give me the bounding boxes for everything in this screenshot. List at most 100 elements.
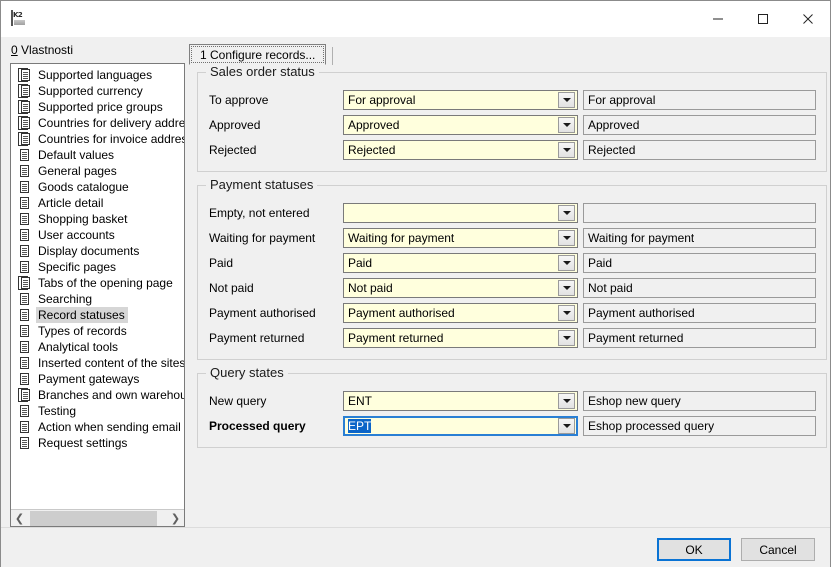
document-icon <box>17 260 31 274</box>
document-icon <box>17 148 31 162</box>
tab-configure-records[interactable]: 1 Configure records... <box>189 44 326 65</box>
tree-item[interactable]: Supported price groups <box>11 99 184 115</box>
tree-item[interactable]: User accounts <box>11 227 184 243</box>
tree-item-label: Supported languages <box>36 67 155 83</box>
scrollbar-thumb[interactable] <box>30 511 157 526</box>
chevron-right-icon[interactable]: ❯ <box>167 510 184 527</box>
document-icon <box>17 420 31 434</box>
chevron-down-icon[interactable] <box>558 330 575 346</box>
status-description-field: Waiting for payment <box>583 228 816 248</box>
tree-item[interactable]: Inserted content of the sites <box>11 355 184 371</box>
setting-row-label: To approve <box>208 93 343 107</box>
setting-row-label: Payment authorised <box>208 306 343 320</box>
chevron-down-icon[interactable] <box>558 92 575 108</box>
status-description-field: Payment authorised <box>583 303 816 323</box>
tree-item[interactable]: Payment gateways <box>11 371 184 387</box>
tree-item[interactable]: Action when sending email <box>11 419 184 435</box>
setting-row: Waiting for paymentWaiting for paymentWa… <box>208 225 816 250</box>
dialog-window: K2 0 Vlastnosti Supported languagesSuppo… <box>0 0 831 567</box>
tree-item-label: Record statuses <box>36 307 128 323</box>
tree-item-label: Article detail <box>36 195 106 211</box>
setting-row-label: New query <box>208 394 343 408</box>
chevron-down-icon[interactable] <box>558 205 575 221</box>
tree-item-label: General pages <box>36 163 120 179</box>
horizontal-scrollbar[interactable]: ❮ ❯ <box>11 509 184 526</box>
tree-item-label: Countries for invoice addresses <box>36 131 184 147</box>
status-description-field: Rejected <box>583 140 816 160</box>
tree-item-label: Shopping basket <box>36 211 130 227</box>
tree-item-label: Specific pages <box>36 259 119 275</box>
tree-item[interactable]: Display documents <box>11 243 184 259</box>
tree-item[interactable]: Default values <box>11 147 184 163</box>
tree-item[interactable]: Types of records <box>11 323 184 339</box>
status-description-value: Paid <box>584 256 612 270</box>
status-description-value: Approved <box>584 118 639 132</box>
tree-item[interactable]: Supported languages <box>11 67 184 83</box>
status-combobox[interactable]: EPT <box>343 416 578 436</box>
document-icon <box>17 196 31 210</box>
documents-icon <box>17 388 31 402</box>
chevron-down-icon[interactable] <box>558 305 575 321</box>
status-description-value: Payment authorised <box>584 306 695 320</box>
properties-tree-list[interactable]: Supported languagesSupported currencySup… <box>11 64 184 509</box>
status-combobox[interactable]: Paid <box>343 253 578 273</box>
ok-button[interactable]: OK <box>657 538 731 561</box>
tree-item[interactable]: Goods catalogue <box>11 179 184 195</box>
tree-item-label: Branches and own warehouses <box>36 387 184 403</box>
maximize-icon[interactable] <box>740 1 785 37</box>
tree-item[interactable]: Article detail <box>11 195 184 211</box>
status-combobox[interactable]: ENT <box>343 391 578 411</box>
chevron-down-icon[interactable] <box>558 418 575 434</box>
setting-row: Empty, not entered <box>208 200 816 225</box>
tree-item-label: Goods catalogue <box>36 179 132 195</box>
tree-item[interactable]: Branches and own warehouses <box>11 387 184 403</box>
status-combobox[interactable]: Waiting for payment <box>343 228 578 248</box>
tree-item[interactable]: Testing <box>11 403 184 419</box>
scrollbar-track[interactable] <box>28 510 167 527</box>
setting-row: PaidPaidPaid <box>208 250 816 275</box>
group-box-title: Sales order status <box>206 64 319 79</box>
chevron-down-icon[interactable] <box>558 255 575 271</box>
document-icon <box>17 292 31 306</box>
status-combobox[interactable] <box>343 203 578 223</box>
chevron-left-icon[interactable]: ❮ <box>11 510 28 527</box>
tree-item[interactable]: Record statuses <box>11 307 184 323</box>
status-combobox[interactable]: Payment authorised <box>343 303 578 323</box>
tree-item[interactable]: Countries for invoice addresses <box>11 131 184 147</box>
tree-item[interactable]: Request settings <box>11 435 184 451</box>
tree-item[interactable]: Tabs of the opening page <box>11 275 184 291</box>
tree-item[interactable]: Analytical tools <box>11 339 184 355</box>
document-icon <box>17 212 31 226</box>
window-controls <box>695 1 830 37</box>
properties-pane: 0 Vlastnosti Supported languagesSupporte… <box>1 37 185 527</box>
tree-item[interactable]: Searching <box>11 291 184 307</box>
documents-icon <box>17 68 31 82</box>
status-description-value: For approval <box>584 93 655 107</box>
chevron-down-icon[interactable] <box>558 142 575 158</box>
status-combobox[interactable]: For approval <box>343 90 578 110</box>
tree-item[interactable]: Shopping basket <box>11 211 184 227</box>
chevron-down-icon[interactable] <box>558 393 575 409</box>
document-icon <box>17 228 31 242</box>
combobox-value: Payment returned <box>344 331 558 345</box>
chevron-down-icon[interactable] <box>558 117 575 133</box>
setting-row-label: Empty, not entered <box>208 206 343 220</box>
properties-label-accel: 0 <box>11 43 18 57</box>
document-icon <box>17 244 31 258</box>
chevron-down-icon[interactable] <box>558 230 575 246</box>
tree-item[interactable]: Countries for delivery addresses <box>11 115 184 131</box>
minimize-icon[interactable] <box>695 1 740 37</box>
chevron-down-icon[interactable] <box>558 280 575 296</box>
status-combobox[interactable]: Not paid <box>343 278 578 298</box>
tree-item[interactable]: General pages <box>11 163 184 179</box>
tree-item[interactable]: Supported currency <box>11 83 184 99</box>
k2-logo-icon: K2 <box>11 10 29 28</box>
group-box-title: Query states <box>206 365 288 380</box>
status-combobox[interactable]: Rejected <box>343 140 578 160</box>
cancel-button[interactable]: Cancel <box>741 538 815 561</box>
tree-item[interactable]: Specific pages <box>11 259 184 275</box>
status-combobox[interactable]: Approved <box>343 115 578 135</box>
close-icon[interactable] <box>785 1 830 37</box>
status-combobox[interactable]: Payment returned <box>343 328 578 348</box>
setting-row: ApprovedApprovedApproved <box>208 112 816 137</box>
